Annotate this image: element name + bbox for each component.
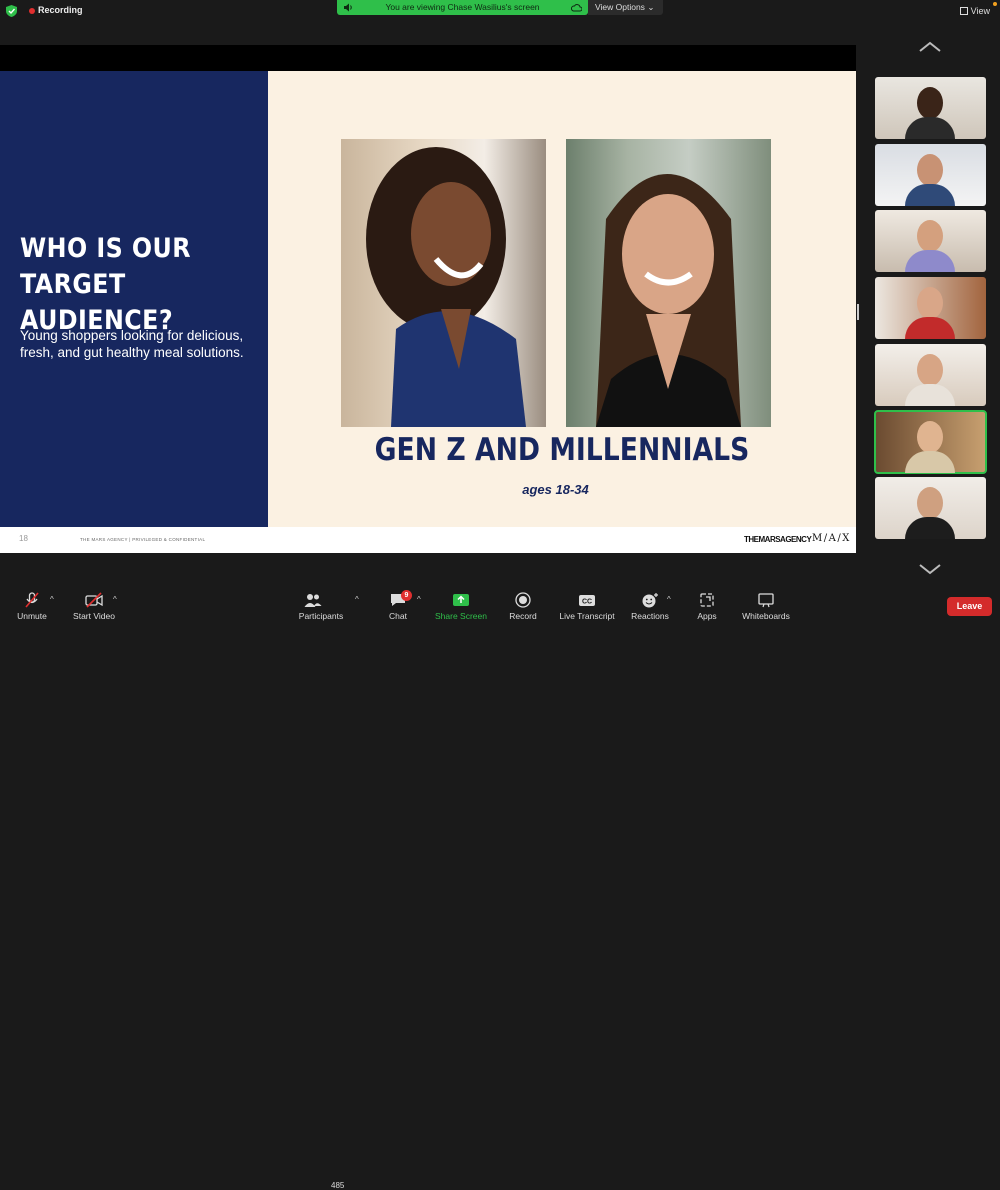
record-icon [515, 592, 531, 608]
slide-left-panel: WHO IS OUR TARGET AUDIENCE? Young shoppe… [0, 71, 268, 527]
presentation-slide: WHO IS OUR TARGET AUDIENCE? Young shoppe… [0, 71, 856, 553]
whiteboards-button[interactable]: Whiteboards [738, 585, 794, 625]
max-logo: M/A/X [812, 533, 851, 544]
reactions-caret-icon[interactable]: ^ [667, 595, 671, 604]
chat-label: Chat [389, 611, 407, 621]
leave-button[interactable]: Leave [947, 597, 992, 616]
participant-tile-7[interactable] [875, 477, 986, 539]
chat-caret-icon[interactable]: ^ [417, 595, 421, 604]
participant-tile-1[interactable] [875, 77, 986, 139]
recording-dot-icon [29, 8, 35, 14]
chevron-down-icon[interactable] [918, 563, 942, 575]
slide-title: WHO IS OUR TARGET AUDIENCE? [20, 233, 191, 336]
participants-label: Participants [298, 611, 344, 621]
recording-label[interactable]: Recording [38, 5, 83, 15]
slide-ages: ages 18-34 [522, 482, 589, 497]
chat-unread-badge: 9 [401, 590, 412, 601]
panel-resize-handle[interactable] [857, 304, 859, 320]
avatar [917, 154, 943, 186]
video-off-icon [85, 592, 103, 608]
participant-tile-6-active[interactable] [874, 410, 987, 474]
share-screen-label: Share Screen [435, 611, 487, 621]
smiley-plus-icon [642, 593, 658, 608]
slide-page-number: 18 [19, 534, 28, 543]
video-options-caret-icon[interactable]: ^ [113, 595, 117, 604]
avatar [917, 287, 943, 319]
view-label: View [970, 6, 990, 16]
shield-check-icon[interactable] [6, 5, 17, 17]
audio-options-caret-icon[interactable]: ^ [50, 595, 54, 604]
avatar [917, 421, 943, 453]
slide-heading: GEN Z AND MILLENNIALS [374, 432, 750, 468]
live-transcript-label: Live Transcript [559, 611, 615, 621]
record-label: Record [509, 611, 537, 621]
participant-tile-3[interactable] [875, 210, 986, 272]
cloud-icon [571, 4, 582, 12]
chevron-up-icon[interactable] [918, 41, 942, 53]
reactions-button[interactable]: Reactions [628, 585, 672, 625]
closed-caption-icon: CC [579, 595, 595, 606]
participants-icon [304, 594, 322, 607]
share-screen-icon [453, 594, 469, 606]
grid-view-icon [959, 7, 968, 15]
whiteboards-label: Whiteboards [742, 611, 790, 621]
participants-button[interactable]: Participants [294, 585, 348, 625]
apps-label: Apps [697, 611, 717, 621]
start-video-label: Start Video [73, 611, 115, 621]
top-bar: Recording You are viewing Chase Wasilius… [0, 0, 1000, 22]
avatar [917, 354, 943, 386]
participant-tile-4[interactable] [875, 277, 986, 339]
view-options-label: View Options [595, 2, 645, 12]
view-options-button[interactable]: View Options ⌄ [588, 0, 663, 15]
unmute-label: Unmute [17, 611, 47, 621]
share-screen-button[interactable]: Share Screen [432, 585, 490, 625]
record-button[interactable]: Record [502, 585, 544, 625]
live-transcript-button[interactable]: CC Live Transcript [556, 585, 618, 625]
viewing-banner: You are viewing Chase Wasilius's screen [337, 0, 588, 15]
whiteboard-icon [758, 593, 774, 608]
participant-tile-2[interactable] [875, 144, 986, 206]
apps-button[interactable]: Apps [690, 585, 724, 625]
mars-agency-logo: THEMARSAGENCY [744, 535, 812, 544]
photo-gen-z [341, 139, 546, 427]
notification-dot-icon [993, 2, 997, 6]
viewing-text: You are viewing Chase Wasilius's screen [385, 2, 540, 12]
svg-text:CC: CC [582, 599, 592, 606]
view-button[interactable]: View [959, 6, 990, 16]
shared-screen: WHO IS OUR TARGET AUDIENCE? Young shoppe… [0, 45, 856, 553]
participant-tile-5[interactable] [875, 344, 986, 406]
avatar [917, 487, 943, 519]
microphone-muted-icon [25, 592, 39, 608]
avatar [917, 220, 943, 252]
slide-footer-note: THE MARS AGENCY | PRIVILEGED & CONFIDENT… [80, 537, 206, 542]
slide-subtitle: Young shoppers looking for delicious, fr… [20, 328, 244, 360]
start-video-button[interactable]: Start Video [66, 585, 122, 625]
apps-icon [700, 593, 714, 607]
participants-count: 485 [331, 1181, 345, 1190]
unmute-button[interactable]: Unmute [10, 585, 54, 625]
photo-millennial [566, 139, 771, 427]
participants-caret-icon[interactable]: ^ [355, 595, 359, 604]
chevron-down-icon: ⌄ [647, 2, 655, 12]
meeting-toolbar: Unmute ^ Start Video ^ Participants 485 … [0, 585, 1000, 1190]
reactions-label: Reactions [631, 611, 669, 621]
slide-footer: 18 THE MARS AGENCY | PRIVILEGED & CONFID… [0, 527, 856, 553]
avatar [917, 87, 943, 119]
